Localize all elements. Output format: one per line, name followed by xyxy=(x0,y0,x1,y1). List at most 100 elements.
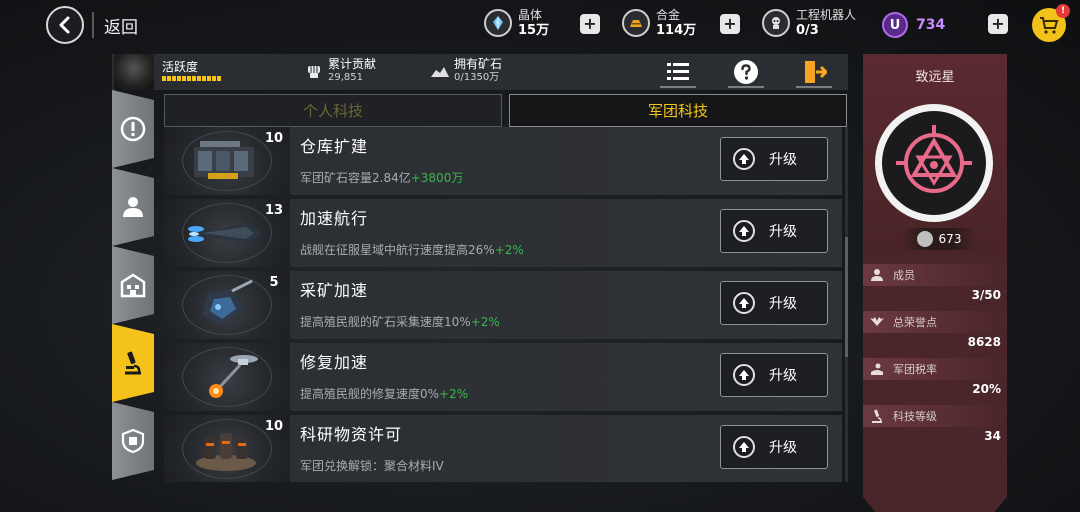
legion-name: 致远星 xyxy=(915,70,955,85)
upgrade-button[interactable]: 升级 xyxy=(720,281,828,325)
alloy-resource: 合金 114万 xyxy=(622,8,696,38)
tech-bonus: +3800万 xyxy=(410,171,464,185)
tech-bonus: +2% xyxy=(494,243,524,257)
repair-drone-icon xyxy=(209,355,258,398)
side-nav-war[interactable] xyxy=(112,402,154,480)
building-icon xyxy=(120,272,146,298)
alloy-label: 合金 xyxy=(656,8,681,22)
tech-description: 战舰在征服星域中航行速度提高26%+2% xyxy=(300,243,524,257)
microscope-icon xyxy=(869,408,885,424)
tech-title: 修复加速 xyxy=(300,353,369,372)
contribution-value: 29,851 xyxy=(328,72,363,83)
ore-stat: 拥有矿石 0/1350万 xyxy=(430,57,502,85)
user-icon xyxy=(120,194,146,220)
side-nav-notice[interactable] xyxy=(112,90,154,168)
tech-description: 军团兑换解锁：聚合材料IV xyxy=(300,459,444,473)
upgrade-button[interactable]: 升级 xyxy=(720,209,828,253)
side-nav-tech[interactable] xyxy=(112,324,154,402)
help-button[interactable] xyxy=(726,56,766,88)
members-label: 成员 xyxy=(893,269,915,282)
tax-label: 军团税率 xyxy=(893,363,937,376)
add-u-currency-button[interactable]: + xyxy=(988,14,1008,34)
arrow-up-icon xyxy=(733,292,755,314)
arrow-up-icon xyxy=(733,364,755,386)
members-stat: 成员 3/50 xyxy=(863,264,1007,308)
contribution-label: 累计贡献 xyxy=(328,57,377,71)
upgrade-label: 升级 xyxy=(769,368,797,384)
tech-level-stat: 科技等级 34 xyxy=(863,405,1007,449)
side-nav-buildings[interactable] xyxy=(112,246,154,324)
u-currency-icon: U xyxy=(882,12,908,38)
upgrade-button[interactable]: 升级 xyxy=(720,137,828,181)
arrow-up-icon xyxy=(733,436,755,458)
upgrade-button[interactable]: 升级 xyxy=(720,353,828,397)
tech-title: 仓库扩建 xyxy=(300,137,369,156)
tech-level-label: 科技等级 xyxy=(893,410,937,423)
legion-power-value: 673 xyxy=(938,232,962,246)
list-item[interactable]: 10 科研物资许可 军团兑换解锁：聚合材料IV 升级 xyxy=(164,415,842,482)
arrow-up-icon xyxy=(733,220,755,242)
back-label[interactable]: 返回 xyxy=(104,13,138,38)
legion-power: 673 xyxy=(901,228,977,250)
list-item[interactable]: 修复加速 提高殖民舰的修复速度0%+2% 升级 xyxy=(164,343,842,411)
tab-personal-tech[interactable]: 个人科技 xyxy=(164,94,502,127)
tech-level: 10 xyxy=(264,419,284,434)
add-crystal-button[interactable]: + xyxy=(580,14,600,34)
activity-progress-fill xyxy=(162,76,222,81)
u-currency-value: 734 xyxy=(916,17,946,33)
alloy-icon xyxy=(622,9,650,37)
list-item[interactable]: 13 加速航行 战舰在征服星域中航行速度提高26%+2% 升级 xyxy=(164,199,842,267)
fist-icon xyxy=(304,61,324,81)
tech-description: 提高殖民舰的修复速度0%+2% xyxy=(300,387,469,401)
robot-icon xyxy=(762,9,790,37)
add-alloy-button[interactable]: + xyxy=(720,14,740,34)
list-item[interactable]: 5 采矿加速 提高殖民舰的矿石采集速度10%+2% 升级 xyxy=(164,271,842,339)
upgrade-label: 升级 xyxy=(769,224,797,240)
back-button[interactable] xyxy=(46,6,84,44)
crystal-value: 15万 xyxy=(518,23,550,38)
tech-title: 加速航行 xyxy=(300,209,369,228)
list-menu-button[interactable] xyxy=(658,56,698,88)
legion-emblem[interactable] xyxy=(875,104,993,222)
cart-icon xyxy=(1040,17,1059,34)
tech-description: 提高殖民舰的矿石采集速度10%+2% xyxy=(300,315,500,329)
mining-icon xyxy=(202,279,253,325)
tech-level: 5 xyxy=(269,275,279,290)
robot-resource: 工程机器人 0/3 xyxy=(762,8,856,38)
tech-title: 采矿加速 xyxy=(300,281,369,300)
tax-value: 20% xyxy=(972,382,1001,396)
shield-icon xyxy=(120,428,146,454)
tech-bonus: +2% xyxy=(439,387,469,401)
divider xyxy=(92,12,94,38)
tech-thumbnail xyxy=(164,343,290,411)
activity-progress-bar xyxy=(162,76,222,81)
list-icon xyxy=(667,63,689,80)
scrollbar-thumb[interactable] xyxy=(845,237,848,357)
microscope-icon xyxy=(120,350,146,376)
tech-list[interactable]: 10 仓库扩建 军团矿石容量2.84亿+3800万 升级 13 加速航行 战舰在… xyxy=(164,127,844,482)
exit-legion-button[interactable] xyxy=(794,56,834,88)
list-scrollbar[interactable] xyxy=(845,127,848,482)
robot-value: 0/3 xyxy=(796,23,819,38)
crystal-icon xyxy=(484,9,512,37)
honor-stat: 总荣誉点 8628 xyxy=(863,311,1007,355)
tab-legion-tech[interactable]: 军团科技 xyxy=(509,94,847,127)
tech-description: 军团矿石容量2.84亿+3800万 xyxy=(300,171,464,185)
shop-cart-button[interactable]: ! xyxy=(1032,4,1070,42)
legion-panel: 致远星 673 成员 3/50 总荣誉点 8628 军团税率 20% 科技等级 … xyxy=(863,54,1007,512)
upgrade-button[interactable]: 升级 xyxy=(720,425,828,469)
side-nav-members[interactable] xyxy=(112,168,154,246)
u-currency: U 734 xyxy=(882,12,945,38)
crystal-resource: 晶体 15万 xyxy=(484,8,549,38)
legion-emblem-icon xyxy=(896,125,972,193)
robot-label: 工程机器人 xyxy=(796,8,857,22)
tax-icon xyxy=(869,361,885,377)
ore-value: 0/1350万 xyxy=(454,72,500,83)
avatar[interactable] xyxy=(114,54,154,90)
tech-bonus: +2% xyxy=(470,315,500,329)
legion-info-bar: 活跃度 累计贡献 29,851 拥有矿石 0/1350万 xyxy=(112,54,848,90)
activity-label: 活跃度 xyxy=(162,60,199,74)
tax-stat: 军团税率 20% xyxy=(863,358,1007,402)
list-item[interactable]: 10 仓库扩建 军团矿石容量2.84亿+3800万 升级 xyxy=(164,127,842,195)
wings-icon xyxy=(869,314,885,330)
